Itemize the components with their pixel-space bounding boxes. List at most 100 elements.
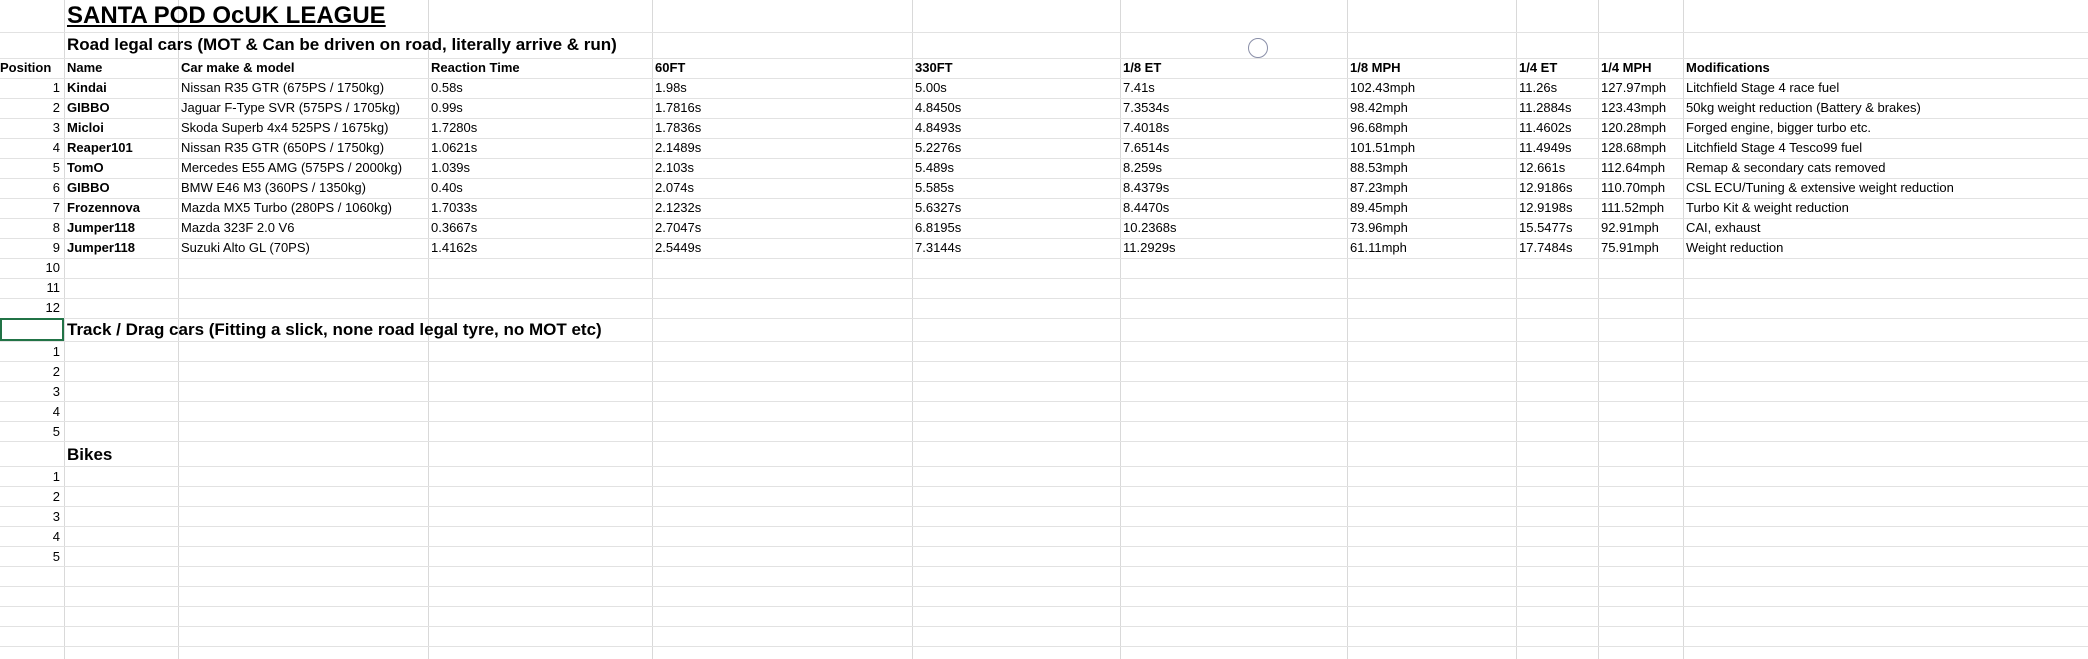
cell-sixty-ft[interactable]: 2.103s	[655, 160, 694, 176]
cell-reaction-time[interactable]: 0.3667s	[431, 220, 477, 236]
row-position-number[interactable]: 1	[0, 80, 60, 96]
cell-name[interactable]: Jumper118	[67, 240, 135, 256]
cell-reaction-time[interactable]: 1.7280s	[431, 120, 477, 136]
circle-shape-icon[interactable]	[1248, 38, 1268, 58]
track-position-number[interactable]: 3	[0, 384, 60, 400]
cell-quarter-mph[interactable]: 75.91mph	[1601, 240, 1659, 256]
cell-name[interactable]: Kindai	[67, 80, 107, 96]
row-position-number[interactable]: 10	[0, 260, 60, 276]
bikes-section-heading[interactable]: Bikes	[67, 445, 112, 465]
cell-three-thirty-ft[interactable]: 5.2276s	[915, 140, 961, 156]
cell-eighth-et[interactable]: 10.2368s	[1123, 220, 1177, 236]
cell-quarter-et[interactable]: 12.9198s	[1519, 200, 1573, 216]
cell-eighth-mph[interactable]: 61.11mph	[1350, 240, 1407, 256]
track-position-number[interactable]: 1	[0, 344, 60, 360]
cell-quarter-mph[interactable]: 128.68mph	[1601, 140, 1666, 156]
cell-modifications[interactable]: Litchfield Stage 4 race fuel	[1686, 80, 1839, 96]
cell-modifications[interactable]: Forged engine, bigger turbo etc.	[1686, 120, 1871, 136]
header-eighth-et[interactable]: 1/8 ET	[1123, 60, 1161, 76]
cell-three-thirty-ft[interactable]: 5.585s	[915, 180, 954, 196]
cell-reaction-time[interactable]: 0.58s	[431, 80, 463, 96]
row-position-number[interactable]: 9	[0, 240, 60, 256]
cell-reaction-time[interactable]: 0.40s	[431, 180, 463, 196]
bikes-position-number[interactable]: 4	[0, 529, 60, 545]
cell-quarter-et[interactable]: 15.5477s	[1519, 220, 1573, 236]
road-section-heading[interactable]: Road legal cars (MOT & Can be driven on …	[67, 35, 617, 55]
cell-reaction-time[interactable]: 1.4162s	[431, 240, 477, 256]
cell-quarter-mph[interactable]: 120.28mph	[1601, 120, 1666, 136]
cell-quarter-mph[interactable]: 111.52mph	[1601, 200, 1664, 216]
header-eighth-mph[interactable]: 1/8 MPH	[1350, 60, 1401, 76]
track-position-number[interactable]: 5	[0, 424, 60, 440]
cell-three-thirty-ft[interactable]: 5.00s	[915, 80, 947, 96]
cell-eighth-mph[interactable]: 101.51mph	[1350, 140, 1415, 156]
cell-name[interactable]: GIBBO	[67, 100, 110, 116]
header-name[interactable]: Name	[67, 60, 102, 76]
cell-eighth-mph[interactable]: 102.43mph	[1350, 80, 1415, 96]
cell-modifications[interactable]: CSL ECU/Tuning & extensive weight reduct…	[1686, 180, 1954, 196]
cell-quarter-mph[interactable]: 112.64mph	[1601, 160, 1665, 176]
row-position-number[interactable]: 6	[0, 180, 60, 196]
cell-car-model[interactable]: Mazda 323F 2.0 V6	[181, 220, 294, 236]
cell-three-thirty-ft[interactable]: 6.8195s	[915, 220, 961, 236]
cell-eighth-mph[interactable]: 96.68mph	[1350, 120, 1408, 136]
row-position-number[interactable]: 2	[0, 100, 60, 116]
cell-modifications[interactable]: Turbo Kit & weight reduction	[1686, 200, 1849, 216]
cell-car-model[interactable]: Skoda Superb 4x4 525PS / 1675kg)	[181, 120, 388, 136]
cell-quarter-et[interactable]: 12.661s	[1519, 160, 1565, 176]
cell-eighth-et[interactable]: 11.2929s	[1123, 240, 1176, 256]
cell-eighth-et[interactable]: 8.4379s	[1123, 180, 1169, 196]
bikes-position-number[interactable]: 1	[0, 469, 60, 485]
track-position-number[interactable]: 4	[0, 404, 60, 420]
cell-quarter-mph[interactable]: 110.70mph	[1601, 180, 1665, 196]
row-position-number[interactable]: 12	[0, 300, 60, 316]
cell-sixty-ft[interactable]: 2.074s	[655, 180, 694, 196]
track-position-number[interactable]: 2	[0, 364, 60, 380]
header-modifications[interactable]: Modifications	[1686, 60, 1770, 76]
cell-three-thirty-ft[interactable]: 5.6327s	[915, 200, 961, 216]
bikes-position-number[interactable]: 5	[0, 549, 60, 565]
cell-car-model[interactable]: Mazda MX5 Turbo (280PS / 1060kg)	[181, 200, 392, 216]
cell-eighth-et[interactable]: 8.4470s	[1123, 200, 1169, 216]
cell-modifications[interactable]: Remap & secondary cats removed	[1686, 160, 1885, 176]
bikes-position-number[interactable]: 3	[0, 509, 60, 525]
row-position-number[interactable]: 8	[0, 220, 60, 236]
cell-car-model[interactable]: Nissan R35 GTR (650PS / 1750kg)	[181, 140, 384, 156]
row-position-number[interactable]: 4	[0, 140, 60, 156]
cell-three-thirty-ft[interactable]: 5.489s	[915, 160, 954, 176]
cell-name[interactable]: TomO	[67, 160, 104, 176]
cell-car-model[interactable]: Jaguar F-Type SVR (575PS / 1705kg)	[181, 100, 400, 116]
cell-car-model[interactable]: Suzuki Alto GL (70PS)	[181, 240, 310, 256]
cell-modifications[interactable]: Litchfield Stage 4 Tesco99 fuel	[1686, 140, 1862, 156]
cell-reaction-time[interactable]: 0.99s	[431, 100, 463, 116]
cell-sixty-ft[interactable]: 2.5449s	[655, 240, 701, 256]
row-position-number[interactable]: 11	[0, 280, 61, 296]
cell-reaction-time[interactable]: 1.7033s	[431, 200, 477, 216]
cell-sixty-ft[interactable]: 1.7836s	[655, 120, 701, 136]
cell-modifications[interactable]: Weight reduction	[1686, 240, 1783, 256]
cell-modifications[interactable]: CAI, exhaust	[1686, 220, 1760, 236]
cell-quarter-et[interactable]: 11.4949s	[1519, 140, 1572, 156]
row-position-number[interactable]: 3	[0, 120, 60, 136]
cell-eighth-et[interactable]: 7.4018s	[1123, 120, 1169, 136]
cell-modifications[interactable]: 50kg weight reduction (Battery & brakes)	[1686, 100, 1921, 116]
header-sixty-ft[interactable]: 60FT	[655, 60, 685, 76]
cell-three-thirty-ft[interactable]: 7.3144s	[915, 240, 961, 256]
cell-car-model[interactable]: Nissan R35 GTR (675PS / 1750kg)	[181, 80, 384, 96]
cell-eighth-et[interactable]: 7.41s	[1123, 80, 1155, 96]
cell-quarter-et[interactable]: 11.2884s	[1519, 100, 1572, 116]
bikes-position-number[interactable]: 2	[0, 489, 60, 505]
cell-quarter-mph[interactable]: 92.91mph	[1601, 220, 1659, 236]
cell-name[interactable]: Jumper118	[67, 220, 135, 236]
cell-eighth-mph[interactable]: 88.53mph	[1350, 160, 1408, 176]
cell-reaction-time[interactable]: 1.0621s	[431, 140, 477, 156]
cell-name[interactable]: Reaper101	[67, 140, 133, 156]
cell-eighth-mph[interactable]: 87.23mph	[1350, 180, 1408, 196]
cell-name[interactable]: Frozennova	[67, 200, 140, 216]
cell-sixty-ft[interactable]: 1.7816s	[655, 100, 701, 116]
cell-eighth-mph[interactable]: 89.45mph	[1350, 200, 1408, 216]
row-position-number[interactable]: 5	[0, 160, 60, 176]
cell-quarter-et[interactable]: 11.26s	[1519, 80, 1557, 96]
cell-three-thirty-ft[interactable]: 4.8450s	[915, 100, 961, 116]
header-car-model[interactable]: Car make & model	[181, 60, 294, 76]
